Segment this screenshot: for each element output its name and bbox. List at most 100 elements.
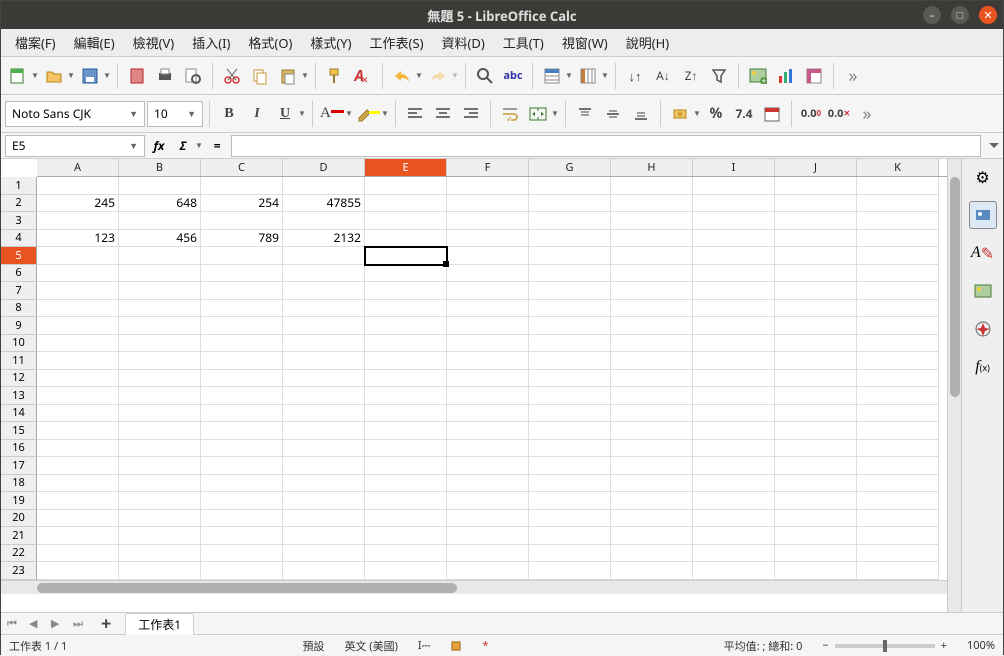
aggregate-status[interactable]: 平均值: ; 總和: 0 [724,638,803,654]
cell[interactable] [201,177,283,195]
navigator-icon[interactable] [969,315,997,343]
cell[interactable] [693,230,775,248]
cell[interactable] [857,527,939,545]
cell[interactable] [119,352,201,370]
cell[interactable] [775,282,857,300]
cell[interactable] [283,300,365,318]
cell[interactable] [529,265,611,283]
row-header[interactable]: 21 [1,527,37,545]
cell[interactable] [693,387,775,405]
clear-formatting-icon[interactable]: A✕ [350,63,376,89]
merge-cells-icon[interactable] [525,101,551,127]
cell[interactable] [857,492,939,510]
cell[interactable] [611,387,693,405]
cell[interactable]: 245 [37,195,119,213]
cell[interactable] [775,230,857,248]
cell[interactable] [611,282,693,300]
chevron-down-icon[interactable]: ▼ [195,140,203,151]
cell[interactable] [119,492,201,510]
chevron-down-icon[interactable]: ▼ [551,108,559,119]
chevron-down-icon[interactable]: ▼ [103,70,111,81]
cell[interactable] [201,457,283,475]
cell[interactable] [365,387,447,405]
minimize-button[interactable]: – [923,6,941,24]
sort-asc-icon[interactable]: ↓↑ [622,63,648,89]
wrap-text-icon[interactable] [497,101,523,127]
cell[interactable] [775,527,857,545]
cell[interactable] [529,405,611,423]
horizontal-scrollbar[interactable] [1,580,947,594]
cell[interactable] [365,492,447,510]
cell[interactable] [857,177,939,195]
column-header[interactable]: B [119,159,201,176]
cell[interactable] [365,405,447,423]
cell[interactable] [529,545,611,563]
cell[interactable] [37,440,119,458]
cell[interactable] [611,177,693,195]
cell[interactable] [611,212,693,230]
cell[interactable] [283,527,365,545]
undo-icon[interactable] [389,63,415,89]
cell[interactable] [693,545,775,563]
cell[interactable] [775,387,857,405]
vertical-scrollbar[interactable] [947,159,961,612]
page-style[interactable]: 預設 [302,638,324,654]
cell[interactable] [201,265,283,283]
cell[interactable] [447,562,529,580]
cell[interactable] [693,177,775,195]
cell[interactable] [611,492,693,510]
cell[interactable] [119,387,201,405]
cell[interactable]: 456 [119,230,201,248]
cell[interactable] [283,492,365,510]
cell[interactable] [693,475,775,493]
cell[interactable] [693,562,775,580]
chevron-down-icon[interactable]: ▼ [415,70,423,81]
column-header[interactable]: I [693,159,775,176]
cell[interactable] [119,405,201,423]
cell[interactable] [201,545,283,563]
cell[interactable] [693,282,775,300]
cell[interactable] [119,527,201,545]
cell[interactable] [775,370,857,388]
cell[interactable] [857,212,939,230]
export-pdf-icon[interactable] [124,63,150,89]
cell[interactable] [201,300,283,318]
row-header[interactable]: 2 [1,195,37,213]
cell[interactable] [775,562,857,580]
cell[interactable] [529,457,611,475]
align-middle-icon[interactable] [600,101,626,127]
cell[interactable] [283,317,365,335]
cell[interactable] [283,510,365,528]
save-icon[interactable] [77,63,103,89]
function-wizard-button[interactable]: fx [149,136,169,156]
cell[interactable] [37,265,119,283]
cell[interactable] [283,370,365,388]
cell[interactable] [775,317,857,335]
sum-button[interactable]: Σ [173,136,193,156]
chevron-down-icon[interactable]: ▼ [298,108,306,119]
column-header[interactable]: G [529,159,611,176]
cell[interactable] [529,475,611,493]
cell[interactable] [447,247,529,265]
chevron-down-icon[interactable]: ▼ [601,70,609,81]
menu-item[interactable]: 樣式(Y) [302,30,359,55]
column-header[interactable]: E [365,159,447,176]
cell[interactable] [283,177,365,195]
cell[interactable] [447,457,529,475]
properties-icon[interactable]: ⚙ [969,163,997,191]
cell[interactable] [529,282,611,300]
cell[interactable] [447,387,529,405]
cell[interactable] [119,317,201,335]
cell[interactable] [283,562,365,580]
cell[interactable] [857,510,939,528]
cell[interactable] [447,527,529,545]
cell[interactable] [775,300,857,318]
add-sheet-button[interactable]: + [95,612,117,636]
cell[interactable] [529,177,611,195]
cell[interactable] [201,527,283,545]
next-sheet-button[interactable]: ▶ [51,616,65,631]
cell[interactable] [857,562,939,580]
row-header[interactable]: 1 [1,177,37,195]
chevron-down-icon[interactable]: ▼ [565,70,573,81]
cell[interactable] [365,562,447,580]
